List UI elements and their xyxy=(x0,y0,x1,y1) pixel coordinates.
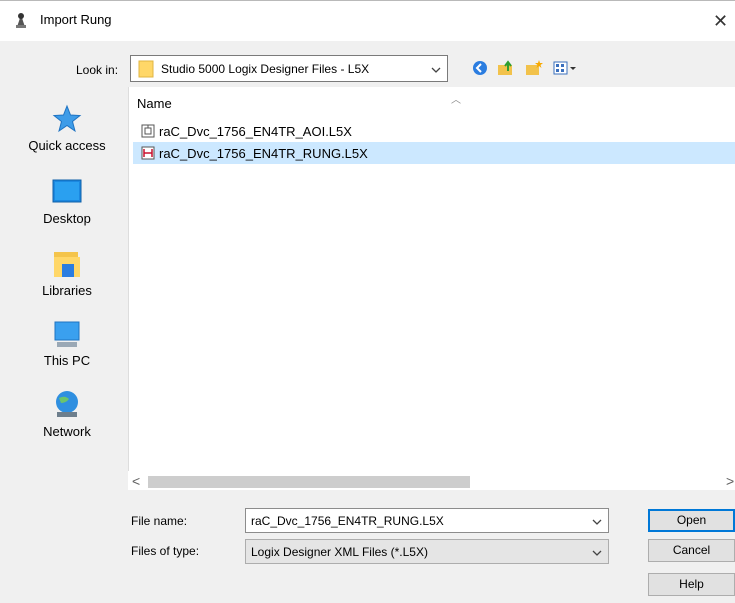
look-in-label: Look in: xyxy=(76,63,119,77)
file-name-input[interactable]: raC_Dvc_1756_EN4TR_RUNG.L5X xyxy=(245,508,609,533)
file-row-selected[interactable]: raC_Dvc_1756_EN4TR_RUNG.L5X xyxy=(133,142,735,164)
place-desktop[interactable]: Desktop xyxy=(7,172,127,236)
rung-file-icon xyxy=(141,146,155,160)
chevron-down-icon[interactable] xyxy=(592,517,602,527)
up-folder-icon xyxy=(498,60,512,75)
file-row[interactable]: raC_Dvc_1756_EN4TR_AOI.L5X xyxy=(133,120,735,142)
file-list[interactable]: Name ︿ raC_Dvc_1756_EN4TR_AOI.L5X raC_Dv… xyxy=(128,87,735,471)
libraries-icon xyxy=(54,252,80,277)
view-menu-icon xyxy=(553,61,576,75)
new-folder-icon xyxy=(526,60,543,75)
scrollbar-thumb[interactable] xyxy=(148,476,470,488)
name-column-header[interactable]: Name xyxy=(137,96,172,111)
place-label: Desktop xyxy=(43,211,91,226)
file-type-label: Files of type: xyxy=(131,544,200,558)
scroll-left-icon[interactable]: < xyxy=(132,473,140,489)
place-this-pc[interactable]: This PC xyxy=(7,314,127,378)
window-title: Import Rung xyxy=(40,12,112,27)
new-folder-button[interactable] xyxy=(523,55,545,81)
places-bar: Quick access Desktop Libraries This PC N… xyxy=(7,87,127,597)
file-type-value: Logix Designer XML Files (*.L5X) xyxy=(251,545,428,559)
scroll-right-icon[interactable]: > xyxy=(726,473,734,489)
chevron-down-icon xyxy=(592,550,602,556)
close-icon: ✕ xyxy=(712,10,729,31)
back-icon xyxy=(473,61,487,75)
aoi-file-icon xyxy=(141,124,155,138)
place-label: Libraries xyxy=(42,283,92,298)
import-rung-dialog: Import Rung ✕ Look in: Studio 5000 Logix… xyxy=(0,0,735,603)
file-name-label: File name: xyxy=(131,514,188,528)
place-quick-access[interactable]: Quick access xyxy=(7,99,127,163)
app-icon xyxy=(16,13,26,28)
title-bar: Import Rung ✕ xyxy=(0,0,735,41)
computer-icon xyxy=(54,321,80,347)
look-in-value: Studio 5000 Logix Designer Files - L5X xyxy=(161,62,370,76)
open-button[interactable]: Open xyxy=(648,509,735,532)
back-button[interactable] xyxy=(470,55,490,81)
sort-ascending-icon: ︿ xyxy=(451,95,461,106)
folder-icon xyxy=(138,60,154,78)
place-network[interactable]: Network xyxy=(7,385,127,449)
file-name-value: raC_Dvc_1756_EN4TR_RUNG.L5X xyxy=(251,514,444,528)
desktop-icon xyxy=(52,179,82,203)
look-in-dropdown[interactable]: Studio 5000 Logix Designer Files - L5X xyxy=(130,55,448,82)
place-label: Quick access xyxy=(28,138,106,153)
star-icon xyxy=(52,104,82,133)
cancel-button[interactable]: Cancel xyxy=(648,539,735,562)
place-label: Network xyxy=(43,424,91,439)
file-name: raC_Dvc_1756_EN4TR_RUNG.L5X xyxy=(159,146,368,161)
up-folder-button[interactable] xyxy=(495,55,517,81)
file-type-dropdown[interactable]: Logix Designer XML Files (*.L5X) xyxy=(245,539,609,564)
place-label: This PC xyxy=(43,353,91,368)
place-libraries[interactable]: Libraries xyxy=(7,244,127,308)
network-icon xyxy=(56,391,78,417)
view-menu-button[interactable] xyxy=(552,55,578,81)
file-name: raC_Dvc_1756_EN4TR_AOI.L5X xyxy=(159,124,352,139)
close-button[interactable]: ✕ xyxy=(706,7,735,35)
chevron-down-icon xyxy=(431,67,441,73)
horizontal-scrollbar[interactable]: < > xyxy=(128,471,735,490)
help-button[interactable]: Help xyxy=(648,573,735,596)
